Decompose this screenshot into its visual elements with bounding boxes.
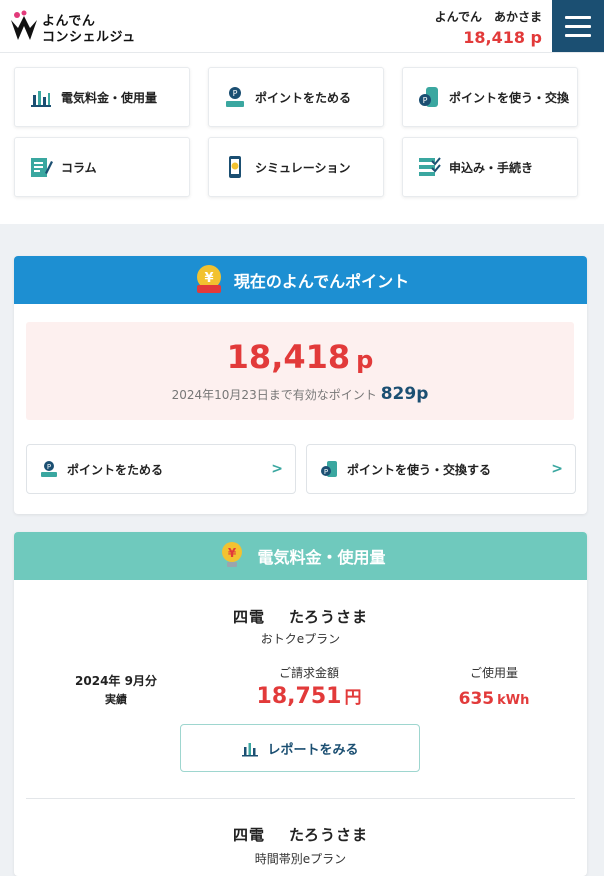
nav-save-points[interactable]: P ポイントをためる	[208, 67, 384, 127]
svg-text:P: P	[233, 89, 238, 98]
use-points-label: ポイントを使う・交換する	[347, 462, 492, 477]
svg-text:P: P	[423, 96, 428, 105]
bill-amount: 18,751 円	[244, 683, 374, 709]
point-use-icon: P	[419, 87, 438, 107]
point-use-icon: P	[321, 461, 337, 477]
customer-surname: 四電	[232, 608, 265, 626]
usage-label: ご使用量	[469, 666, 518, 680]
header-points: 18,418 p	[463, 28, 542, 47]
hamburger-menu-button[interactable]	[552, 0, 604, 52]
svg-text:P: P	[47, 463, 51, 471]
menu-bar-icon	[565, 15, 591, 19]
billing-card-header: ¥ 電気料金・使用量	[14, 532, 587, 580]
customer-divider	[26, 798, 575, 799]
customer-plan: 時間帯別eプラン	[254, 852, 347, 866]
user-name: あかさま	[493, 10, 542, 24]
point-badge-icon: ¥	[196, 265, 221, 293]
menu-bar-icon	[565, 33, 591, 37]
expiring-points: 2024年10月23日まで有効なポイント 829p	[26, 384, 574, 404]
main-nav-grid: 電気料金・使用量 P ポイントをためる P ポイントを使う・交換 コラム シミュ…	[0, 52, 604, 224]
logo-mark-icon	[11, 10, 37, 40]
nav-electricity-usage[interactable]: 電気料金・使用量	[14, 67, 190, 127]
point-save-icon: P	[226, 87, 244, 107]
svg-text:P: P	[324, 468, 328, 476]
usage-unit: kWh	[497, 693, 530, 708]
nav-label: ポイントを使う・交換	[449, 90, 570, 105]
billing-month: 2024年 9月分 実績	[66, 672, 166, 707]
usage-amount: 635 kWh	[444, 689, 544, 709]
nav-column[interactable]: コラム	[14, 137, 190, 197]
application-icon	[419, 157, 441, 176]
customer-surname: 四電	[232, 826, 265, 844]
nav-label: コラム	[61, 160, 97, 175]
yonden-concierge-logo[interactable]: よんでん コンシェルジュ	[8, 8, 148, 45]
customer-given: たろうさま	[288, 608, 369, 626]
app-header: よんでん コンシェルジュ よんでん あかさま 18,418 p	[0, 0, 604, 52]
customer-given: たろうさま	[288, 826, 369, 844]
user-prefix: よんでん	[434, 10, 482, 24]
billing-card-title: 電気料金・使用量	[257, 548, 386, 567]
column-icon	[31, 158, 53, 177]
points-unit: p	[356, 346, 374, 374]
nav-application[interactable]: 申込み・手続き	[402, 137, 578, 197]
user-greeting: よんでん あかさま	[435, 8, 542, 25]
customer-name: 四電 たろうさま	[14, 824, 587, 845]
bill-label: ご請求金額	[278, 666, 339, 680]
menu-bar-icon	[565, 24, 591, 28]
billing-amount-block: ご請求金額 18,751 円	[244, 664, 374, 709]
save-points-label: ポイントをためる	[67, 462, 164, 477]
nav-simulation[interactable]: シミュレーション	[208, 137, 384, 197]
chevron-right-icon: >	[271, 461, 283, 477]
points-card-title: 現在のよんでんポイント	[233, 272, 410, 291]
lightbulb-icon: ¥	[222, 542, 243, 567]
current-points: 18,418 p	[26, 338, 574, 376]
billing-card: ¥ 電気料金・使用量 四電 たろうさま おトクeプラン 2024年 9月分 実績 …	[14, 532, 587, 876]
simulation-icon	[229, 156, 241, 178]
nav-use-points[interactable]: P ポイントを使う・交換	[402, 67, 578, 127]
nav-label: 申込み・手続き	[449, 160, 534, 175]
svg-text:¥: ¥	[204, 271, 213, 286]
bar-chart-icon	[242, 743, 259, 757]
points-summary: 18,418 p 2024年10月23日まで有効なポイント 829p	[26, 322, 574, 420]
nav-label: 電気料金・使用量	[61, 90, 158, 105]
customer-name: 四電 たろうさま	[14, 606, 587, 627]
bill-amount-value: 18,751	[256, 684, 342, 709]
usage-block: ご使用量 635 kWh	[444, 664, 544, 709]
expire-value: 829p	[380, 384, 429, 404]
bar-chart-icon	[31, 91, 51, 107]
nav-label: ポイントをためる	[255, 90, 352, 105]
view-report-button[interactable]: レポートをみる	[180, 724, 420, 772]
billing-month-note: 実績	[105, 693, 127, 706]
nav-label: シミュレーション	[255, 160, 351, 175]
points-card-header: ¥ 現在のよんでんポイント	[14, 256, 587, 304]
billing-month-label: 2024年 9月分	[75, 674, 157, 688]
logo-text-bottom: コンシェルジュ	[42, 30, 136, 45]
usage-amount-value: 635	[458, 689, 495, 709]
save-points-button[interactable]: P ポイントをためる >	[26, 444, 296, 494]
customer-plan: おトクeプラン	[260, 632, 341, 646]
svg-text:¥: ¥	[228, 546, 237, 560]
bill-unit: 円	[344, 688, 362, 708]
points-card: ¥ 現在のよんでんポイント 18,418 p 2024年10月23日まで有効なポイ…	[14, 256, 587, 514]
view-report-label: レポートをみる	[267, 742, 359, 758]
expire-label: 2024年10月23日まで有効なポイント	[171, 388, 377, 402]
points-value: 18,418	[226, 338, 351, 376]
chevron-right-icon: >	[551, 461, 563, 477]
use-points-button[interactable]: P ポイントを使う・交換する >	[306, 444, 576, 494]
point-save-icon: P	[41, 461, 57, 477]
